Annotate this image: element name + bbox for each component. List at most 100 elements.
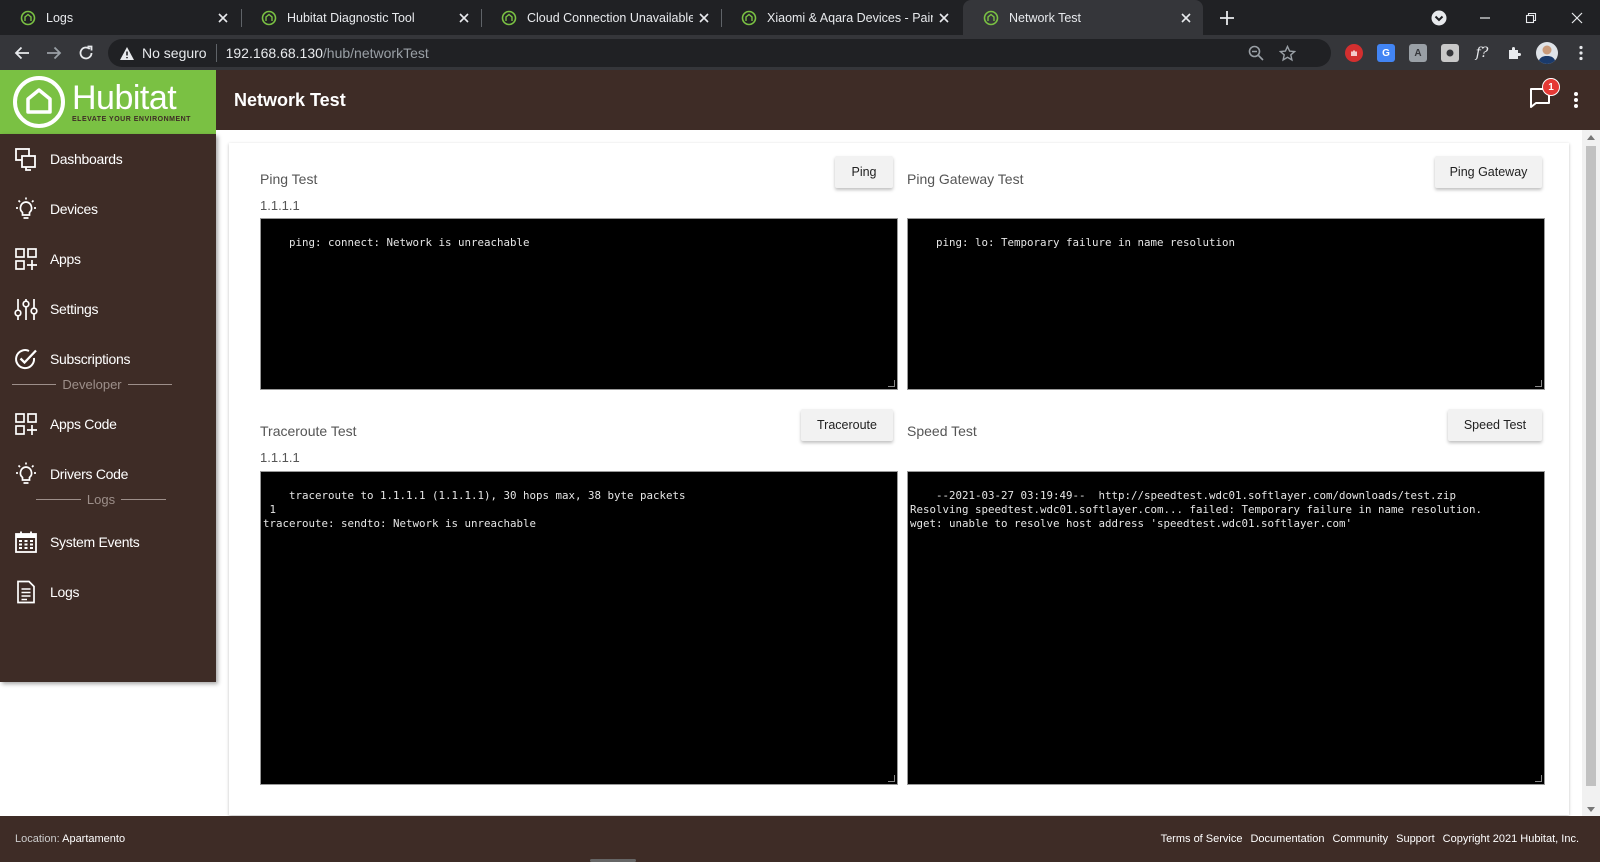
ping-gateway-output[interactable]: ping: lo: Temporary failure in name reso… [907, 218, 1545, 390]
browser-tab-title: Hubitat Diagnostic Tool [287, 10, 415, 25]
restore-button[interactable] [1508, 0, 1554, 35]
section-label: Logs [86, 492, 116, 507]
browser-tab-logs[interactable]: Logs [0, 0, 240, 35]
url-path: /hub/networkTest [322, 45, 429, 61]
tab-search-button[interactable] [1416, 0, 1462, 35]
browser-tab-network-test[interactable]: Network Test [963, 0, 1203, 35]
ping-gateway-button[interactable]: Ping Gateway [1435, 156, 1542, 188]
ping-gateway-output-text: ping: lo: Temporary failure in name reso… [936, 236, 1236, 249]
footer-link-terms[interactable]: Terms of Service [1161, 833, 1243, 845]
browser-tab-title: Cloud Connection Unavailable af [527, 10, 693, 25]
close-icon[interactable] [453, 7, 475, 29]
logo-tagline: ELEVATE YOUR ENVIRONMENT [72, 116, 191, 123]
warning-icon[interactable] [118, 44, 136, 62]
footer-link-support[interactable]: Support [1396, 833, 1435, 845]
sidebar-item-devices[interactable]: Devices [0, 187, 216, 231]
hubitat-favicon-icon [983, 10, 999, 25]
translate-extension-icon[interactable]: G [1377, 44, 1395, 62]
sidebar-item-logs[interactable]: Logs [0, 570, 216, 614]
speed-test-output[interactable]: --2021-03-27 03:19:49-- http://speedtest… [907, 471, 1545, 785]
sidebar-item-label: Subscriptions [50, 351, 131, 367]
ping-button[interactable]: Ping [835, 156, 893, 188]
scrollbar-thumb[interactable] [1586, 146, 1596, 786]
kebab-icon [1574, 92, 1578, 108]
scroll-up-icon[interactable] [1582, 130, 1600, 144]
app-menu-button[interactable] [1566, 87, 1586, 113]
close-icon[interactable] [933, 7, 955, 29]
sidebar-item-subscriptions[interactable]: Subscriptions [0, 337, 216, 381]
ping-output-text: ping: connect: Network is unreachable [289, 236, 530, 249]
security-label[interactable]: No seguro [142, 45, 207, 61]
speed-test-button[interactable]: Speed Test [1448, 409, 1542, 441]
sidebar-item-label: Apps Code [50, 416, 117, 432]
sidebar-item-apps[interactable]: Apps [0, 237, 216, 281]
browser-tab-cloud-connection[interactable]: Cloud Connection Unavailable af [481, 0, 721, 35]
minimize-button[interactable] [1462, 0, 1508, 35]
hubitat-favicon-icon [501, 10, 517, 25]
hubitat-favicon-icon [20, 10, 36, 25]
browser-menu-button[interactable] [1572, 44, 1590, 62]
scroll-down-icon[interactable] [1582, 802, 1600, 816]
plus-icon [1220, 11, 1234, 25]
arrow-left-icon [14, 46, 29, 60]
copyright: Copyright 2021 Hubitat, Inc. [1442, 833, 1579, 845]
ping-gateway-test-title: Ping Gateway Test [907, 171, 1024, 187]
page-scrollbar[interactable] [1582, 130, 1600, 816]
browser-tab-title: Logs [46, 10, 74, 25]
sidebar-item-label: Dashboards [50, 151, 123, 167]
resize-handle[interactable] [1535, 775, 1542, 782]
address-bar[interactable]: No seguro 192.168.68.130/hub/networkTest [108, 39, 1331, 67]
profile-avatar[interactable] [1536, 42, 1558, 64]
ping-output[interactable]: ping: connect: Network is unreachable [260, 218, 898, 390]
sidebar-item-settings[interactable]: Settings [0, 287, 216, 331]
extension-icon[interactable] [1441, 44, 1459, 62]
app-header: Hubitat ELEVATE YOUR ENVIRONMENT Network… [0, 70, 1600, 134]
traceroute-output-text: traceroute to 1.1.1.1 (1.1.1.1), 30 hops… [263, 489, 686, 530]
close-window-button[interactable] [1554, 0, 1600, 35]
bookmark-star-icon[interactable] [1278, 44, 1296, 62]
close-icon[interactable] [693, 7, 715, 29]
footer: Location: Apartamento Terms of Service D… [0, 816, 1600, 862]
reload-button[interactable] [72, 39, 100, 67]
resize-handle[interactable] [888, 775, 895, 782]
apps-code-icon [13, 411, 39, 437]
back-button[interactable] [8, 39, 36, 67]
notifications-button[interactable]: 1 [1528, 78, 1560, 112]
sidebar-item-label: System Events [50, 534, 140, 550]
sidebar-item-dashboards[interactable]: Dashboards [0, 137, 216, 181]
new-tab-button[interactable] [1214, 5, 1240, 31]
hubitat-logo[interactable]: Hubitat ELEVATE YOUR ENVIRONMENT [0, 70, 216, 134]
adblock-extension-icon[interactable] [1345, 44, 1363, 62]
sidebar-item-apps-code[interactable]: Apps Code [0, 402, 216, 446]
browser-tab-xiaomi-aqara[interactable]: Xiaomi & Aqara Devices - Pairing [721, 0, 961, 35]
browser-tab-title: Xiaomi & Aqara Devices - Pairing [767, 10, 933, 25]
puzzle-icon[interactable] [1505, 44, 1523, 62]
function-extension-icon[interactable]: f? [1473, 44, 1491, 62]
traceroute-test-title: Traceroute Test [260, 423, 357, 439]
logo-name: Hubitat [72, 79, 177, 117]
close-icon[interactable] [212, 7, 234, 29]
reload-icon [79, 45, 93, 60]
kebab-icon [1579, 45, 1583, 61]
extension-icon[interactable]: A [1409, 44, 1427, 62]
divider [215, 44, 217, 62]
forward-button[interactable] [40, 39, 68, 67]
browser-tab-diagnostic-tool[interactable]: Hubitat Diagnostic Tool [241, 0, 481, 35]
location-info: Location: Apartamento [15, 833, 125, 845]
resize-handle[interactable] [888, 380, 895, 387]
hubitat-logo-icon [13, 76, 65, 128]
traceroute-output[interactable]: traceroute to 1.1.1.1 (1.1.1.1), 30 hops… [260, 471, 898, 785]
footer-link-community[interactable]: Community [1332, 833, 1388, 845]
url-host: 192.168.68.130 [225, 45, 323, 61]
sidebar-item-label: Logs [50, 584, 80, 600]
arrow-right-icon [47, 46, 62, 60]
close-icon[interactable] [1175, 7, 1197, 29]
traceroute-button[interactable]: Traceroute [801, 409, 893, 441]
sidebar: Dashboards Devices Apps Settings Subscri… [0, 134, 216, 682]
resize-handle[interactable] [1535, 380, 1542, 387]
sidebar-item-drivers-code[interactable]: Drivers Code [0, 452, 216, 496]
zoom-icon[interactable] [1247, 44, 1265, 62]
dashboards-icon [13, 146, 39, 172]
footer-link-documentation[interactable]: Documentation [1250, 833, 1324, 845]
sidebar-item-system-events[interactable]: System Events [0, 520, 216, 564]
